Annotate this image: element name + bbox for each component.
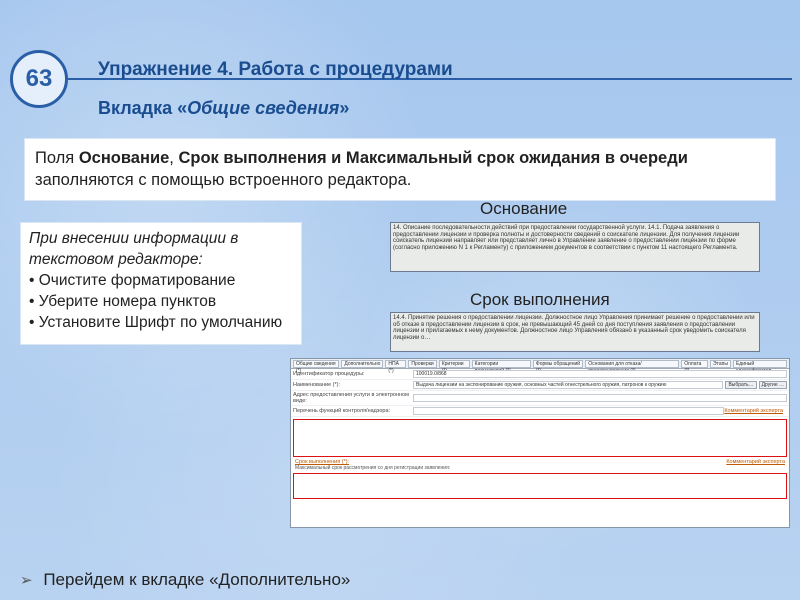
form-tab[interactable]: Критерии (*) <box>439 360 470 368</box>
id-value[interactable]: 100019.0/868 <box>413 370 787 378</box>
field-osnovanie: Основание <box>79 149 169 167</box>
form-row-id: Идентификатор процедуры: 100019.0/868 <box>291 369 789 380</box>
preview-srok: 14.4. Принятие решения о предоставлении … <box>390 312 760 352</box>
tab-title-suffix: » <box>339 98 349 118</box>
form-tab[interactable]: Проверки <box>408 360 436 368</box>
form-row-resp: Перечень функций контроля/надзора: Комме… <box>291 406 789 417</box>
form-tab[interactable]: Формы обращений (*) <box>533 360 583 368</box>
label-osnovanie: Основание <box>480 199 567 219</box>
editor-note: При внесении информации в текстовом реда… <box>20 222 302 345</box>
exercise-title: Упражнение 4. Работа с процедурами <box>98 59 453 81</box>
name-label: Наименование (*): <box>293 382 413 388</box>
editor-note-bullet: • Установите Шрифт по умолчанию <box>29 313 293 334</box>
comment-expert-link[interactable]: Комментарий эксперта <box>724 408 783 414</box>
field-srok-max: Срок выполнения и Максимальный срок ожид… <box>178 149 687 167</box>
id-label: Идентификатор процедуры: <box>293 371 413 377</box>
addr-label: Адрес предоставления услуги в электронно… <box>293 392 413 404</box>
form-tab[interactable]: Дополнительно <box>341 360 383 368</box>
arrow-icon: ➢ <box>20 572 33 589</box>
form-row-name: Наименование (*): Выдача лицензии на экс… <box>291 380 789 391</box>
fields-suffix: заполняются с помощью встроенного редакт… <box>35 171 411 189</box>
srok-editor-area[interactable] <box>293 473 787 499</box>
form-tab[interactable]: НПА (*) <box>385 360 406 368</box>
form-tab[interactable]: Оплата (*) <box>681 360 708 368</box>
label-srok: Срок выполнения <box>470 290 610 310</box>
preview-osnovanie: 14. Описание последовательности действий… <box>390 222 760 272</box>
form-tab[interactable]: Основания для отказа/приостановления (*) <box>585 360 679 368</box>
form-tabs: Общие сведения (*) Дополнительно НПА (*)… <box>291 359 789 369</box>
form-screenshot: Общие сведения (*) Дополнительно НПА (*)… <box>290 358 790 528</box>
bullet-1: Уберите номера пунктов <box>39 293 216 310</box>
max-wait-label: Максимальный срок рассмотрения со дня ре… <box>291 465 789 471</box>
page-number: 63 <box>26 65 53 93</box>
tab-title-name: Общие сведения <box>187 98 339 118</box>
form-tab[interactable]: Этапы <box>710 360 731 368</box>
bullet-0: Очистите форматирование <box>39 272 236 289</box>
resp-label: Перечень функций контроля/надзора: <box>293 408 413 414</box>
form-tab[interactable]: Категории получателей (*) <box>472 360 531 368</box>
tab-title-prefix: Вкладка « <box>98 98 187 118</box>
bullet-2: Установите Шрифт по умолчанию <box>39 314 282 331</box>
name-value[interactable]: Выдача лицензии на экспонирование оружия… <box>413 381 723 389</box>
fields-prefix: Поля <box>35 149 79 167</box>
comment-expert-link[interactable]: Комментарий эксперта <box>726 459 785 465</box>
editor-note-bullet: • Очистите форматирование <box>29 271 293 292</box>
addr-value[interactable] <box>413 394 787 402</box>
tab-title: Вкладка «Общие сведения» <box>98 98 349 119</box>
editor-note-bullet: • Уберите номера пунктов <box>29 292 293 313</box>
other-button[interactable]: Другие … <box>759 381 787 389</box>
editor-note-title: При внесении информации в текстовом реда… <box>29 229 293 271</box>
form-tab[interactable]: Общие сведения (*) <box>293 360 339 368</box>
form-tab[interactable]: Единый классификатор <box>733 360 787 368</box>
resp-value[interactable] <box>413 407 724 415</box>
fields-description: Поля Основание, Срок выполнения и Максим… <box>24 138 776 201</box>
page-number-badge: 63 <box>10 50 68 108</box>
footer-line: ➢ Перейдем к вкладке «Дополнительно» <box>20 570 350 590</box>
form-row-addr: Адрес предоставления услуги в электронно… <box>291 391 789 406</box>
osnovanie-editor-area[interactable] <box>293 419 787 457</box>
select-button[interactable]: Выбрать… <box>725 381 756 389</box>
footer-text: Перейдем к вкладке «Дополнительно» <box>43 570 350 589</box>
